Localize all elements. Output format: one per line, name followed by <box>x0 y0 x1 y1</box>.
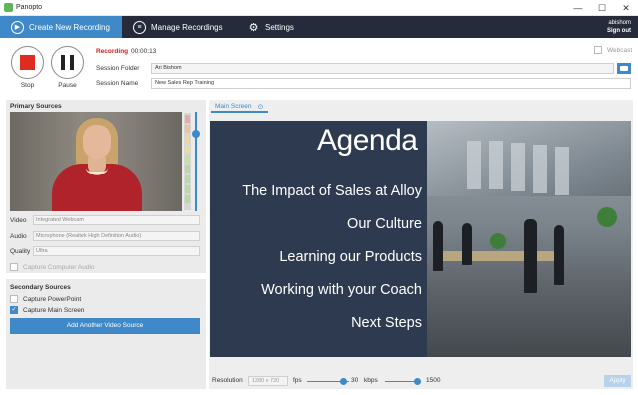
tab-create-new-recording-label: Create New Recording <box>29 22 110 32</box>
slide-agenda-item: Learning our Products <box>279 249 422 265</box>
tab-manage-recordings[interactable]: ≡ Manage Recordings <box>133 16 243 38</box>
webcast-label: Webcast <box>607 46 633 54</box>
slide-agenda-item: The Impact of Sales at Alloy <box>242 183 422 199</box>
video-camera-icon: ▶ <box>11 20 24 34</box>
pause-button[interactable] <box>51 46 84 79</box>
session-folder-label: Session Folder <box>96 65 140 72</box>
recording-status: Recording <box>96 48 129 55</box>
apply-button[interactable]: Apply <box>604 375 631 387</box>
capture-powerpoint-label: Capture PowerPoint <box>23 296 82 303</box>
slide-agenda-item: Our Culture <box>347 216 422 232</box>
main-screen-preview: Agenda The Impact of Sales at Alloy Our … <box>210 121 631 357</box>
slide-agenda-item: Next Steps <box>351 315 422 331</box>
volume-slider-handle[interactable] <box>192 130 200 138</box>
video-source-select[interactable]: Integrated Webcam <box>33 215 200 225</box>
user-area: abishom Sign out <box>607 19 631 35</box>
volume-slider[interactable] <box>195 112 197 211</box>
session-name-label: Session Name <box>96 80 139 87</box>
recording-timer: 00:00:13 <box>131 48 157 55</box>
pause-label: Pause <box>58 82 77 89</box>
gear-icon: ⚙ <box>248 21 259 34</box>
kbps-slider-handle[interactable] <box>414 378 421 385</box>
sign-out-link[interactable]: Sign out <box>607 27 631 35</box>
fps-value: 30 <box>351 377 359 384</box>
tab-main-screen[interactable]: Main Screen ⊙ <box>211 102 268 113</box>
quality-select[interactable]: Ultra <box>33 246 200 256</box>
username: abishom <box>608 20 631 26</box>
capture-computer-audio-label: Capture Computer Audio <box>23 264 95 271</box>
audio-level-meter <box>184 113 191 210</box>
close-window-button[interactable]: ✕ <box>614 0 638 16</box>
capture-main-screen-checkbox[interactable]: ✓ <box>10 306 18 314</box>
session-folder-field[interactable]: Ari Bishom <box>151 63 614 74</box>
stop-label: Stop <box>20 82 35 89</box>
top-navigation: ▶ Create New Recording ≡ Manage Recordin… <box>0 16 638 38</box>
stop-icon <box>20 55 35 70</box>
webcast-checkbox-box[interactable] <box>594 46 602 54</box>
tab-manage-recordings-label: Manage Recordings <box>151 22 223 32</box>
pause-icon <box>61 55 74 70</box>
kbps-value: 1500 <box>426 377 441 384</box>
tab-create-new-recording[interactable]: ▶ Create New Recording <box>0 16 122 38</box>
slide-text-area: Agenda The Impact of Sales at Alloy Our … <box>210 121 427 357</box>
resolution-field[interactable]: 1280 x 720 <box>248 376 288 386</box>
resolution-label: Resolution <box>212 377 243 384</box>
list-icon: ≡ <box>133 20 146 34</box>
browse-folder-button[interactable] <box>617 63 631 74</box>
window-titlebar: Panopto — ☐ ✕ <box>0 0 638 16</box>
minimize-button[interactable]: — <box>566 0 590 16</box>
slide-office-photo <box>427 121 631 357</box>
stop-button[interactable] <box>11 46 44 79</box>
audio-source-select[interactable]: Microphone (Realtek High Definition Audi… <box>33 231 200 241</box>
secondary-sources-title: Secondary Sources <box>10 284 71 291</box>
capture-main-screen-label: Capture Main Screen <box>23 307 85 314</box>
slide-title: Agenda <box>317 124 418 157</box>
tab-settings-label: Settings <box>265 22 294 32</box>
webcast-checkbox[interactable]: Webcast <box>594 46 632 54</box>
video-label: Video <box>10 217 27 224</box>
quality-label: Quality <box>10 248 31 255</box>
kbps-label: kbps <box>364 377 378 384</box>
folder-icon <box>620 66 628 71</box>
slide-agenda-item: Working with your Coach <box>261 282 422 298</box>
panopto-logo-icon <box>4 3 13 12</box>
add-video-source-button[interactable]: Add Another Video Source <box>10 318 200 334</box>
session-name-field[interactable]: New Sales Rep Training <box>151 78 631 89</box>
capture-powerpoint-checkbox[interactable] <box>10 295 18 303</box>
maximize-button[interactable]: ☐ <box>590 0 614 16</box>
primary-sources-title: Primary Sources <box>10 103 62 110</box>
screen-settings-icon[interactable]: ⊙ <box>258 103 264 111</box>
tab-settings[interactable]: ⚙ Settings <box>247 16 317 38</box>
capture-computer-audio-checkbox[interactable] <box>10 263 18 271</box>
window-title: Panopto <box>16 4 43 11</box>
fps-label: fps <box>293 377 302 384</box>
audio-label: Audio <box>10 233 27 240</box>
tab-main-screen-label: Main Screen <box>215 103 252 110</box>
fps-slider-handle[interactable] <box>340 378 347 385</box>
webcam-preview <box>10 112 182 211</box>
